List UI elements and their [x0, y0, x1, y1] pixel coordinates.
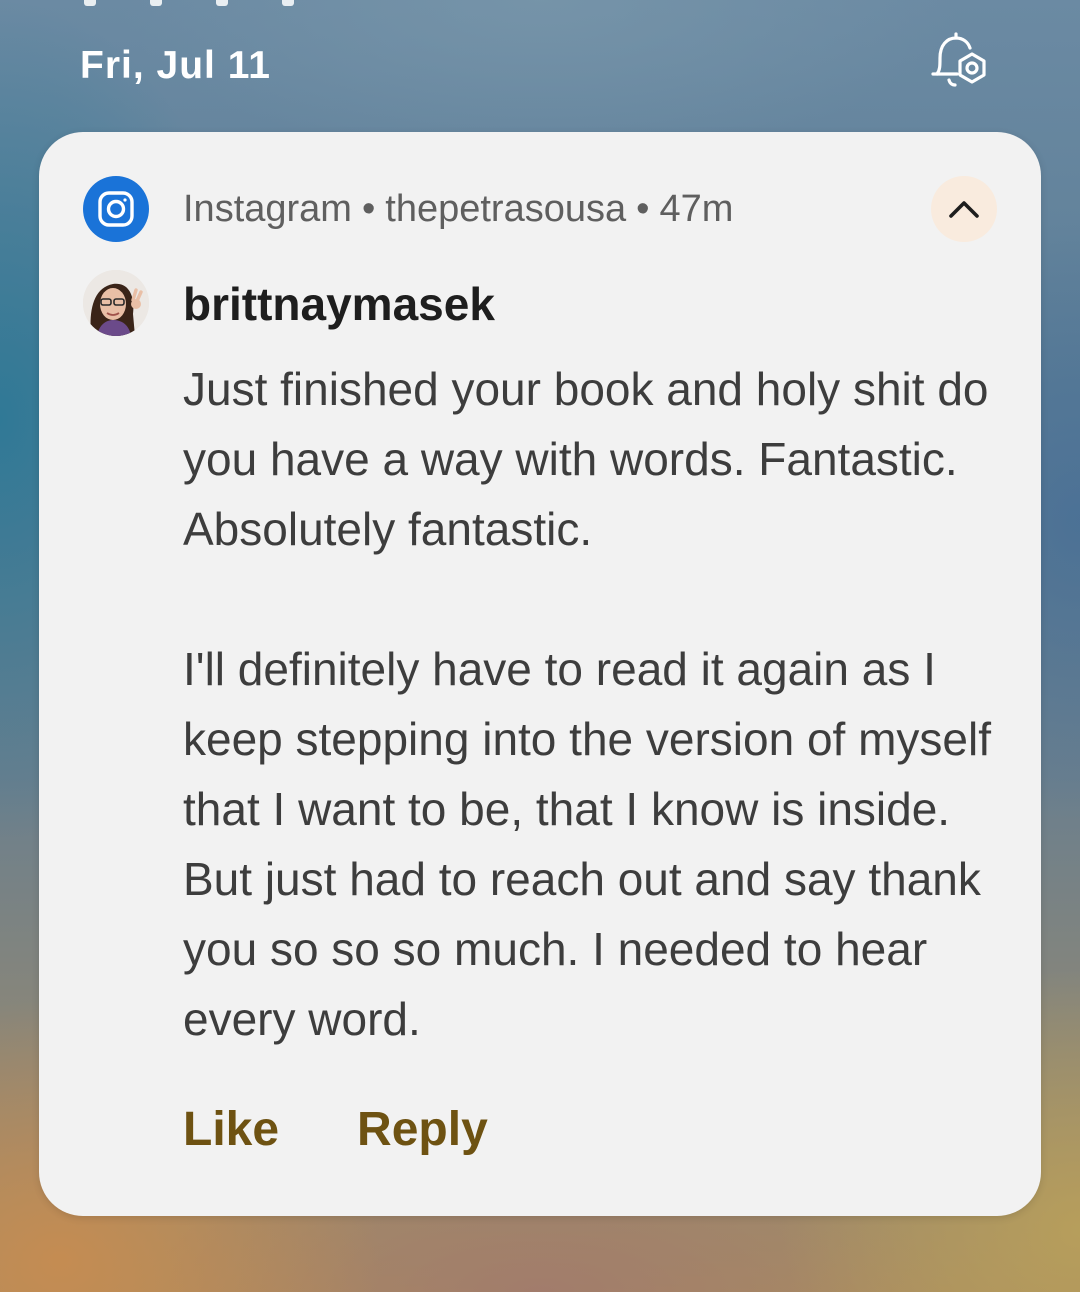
- lockscreen-date: Fri, Jul 11: [80, 44, 271, 87]
- like-button[interactable]: Like: [183, 1102, 279, 1157]
- separator-dot: •: [361, 188, 376, 230]
- app-name: Instagram: [183, 188, 352, 230]
- collapse-button[interactable]: [931, 176, 997, 242]
- notification-card[interactable]: Instagram • thepetrasousa • 47m brittnaymase…: [39, 132, 1041, 1216]
- message-body: Just finished your book and holy shit do…: [183, 354, 1003, 1054]
- sender-name: brittnaymasek: [183, 278, 495, 330]
- notification-time: 47m: [659, 188, 734, 230]
- bell-gear-icon[interactable]: [925, 30, 995, 94]
- message-paragraph: Just finished your book and holy shit do…: [183, 363, 989, 555]
- chevron-up-icon: [949, 201, 979, 218]
- instagram-icon: [83, 176, 149, 242]
- notification-actions: Like Reply: [183, 1102, 488, 1157]
- notification-header: Instagram • thepetrasousa • 47m: [183, 188, 733, 231]
- status-bar-clock-remnant: [84, 0, 294, 6]
- message-paragraph: I'll definitely have to read it again as…: [183, 643, 992, 1045]
- reply-button[interactable]: Reply: [357, 1102, 488, 1157]
- lockscreen-wallpaper: Fri, Jul 11 Instagram • thepetrasousa • 47m: [0, 0, 1080, 1292]
- separator-dot: •: [636, 188, 650, 230]
- account-name: thepetrasousa: [385, 188, 627, 230]
- sender-avatar: [83, 270, 149, 336]
